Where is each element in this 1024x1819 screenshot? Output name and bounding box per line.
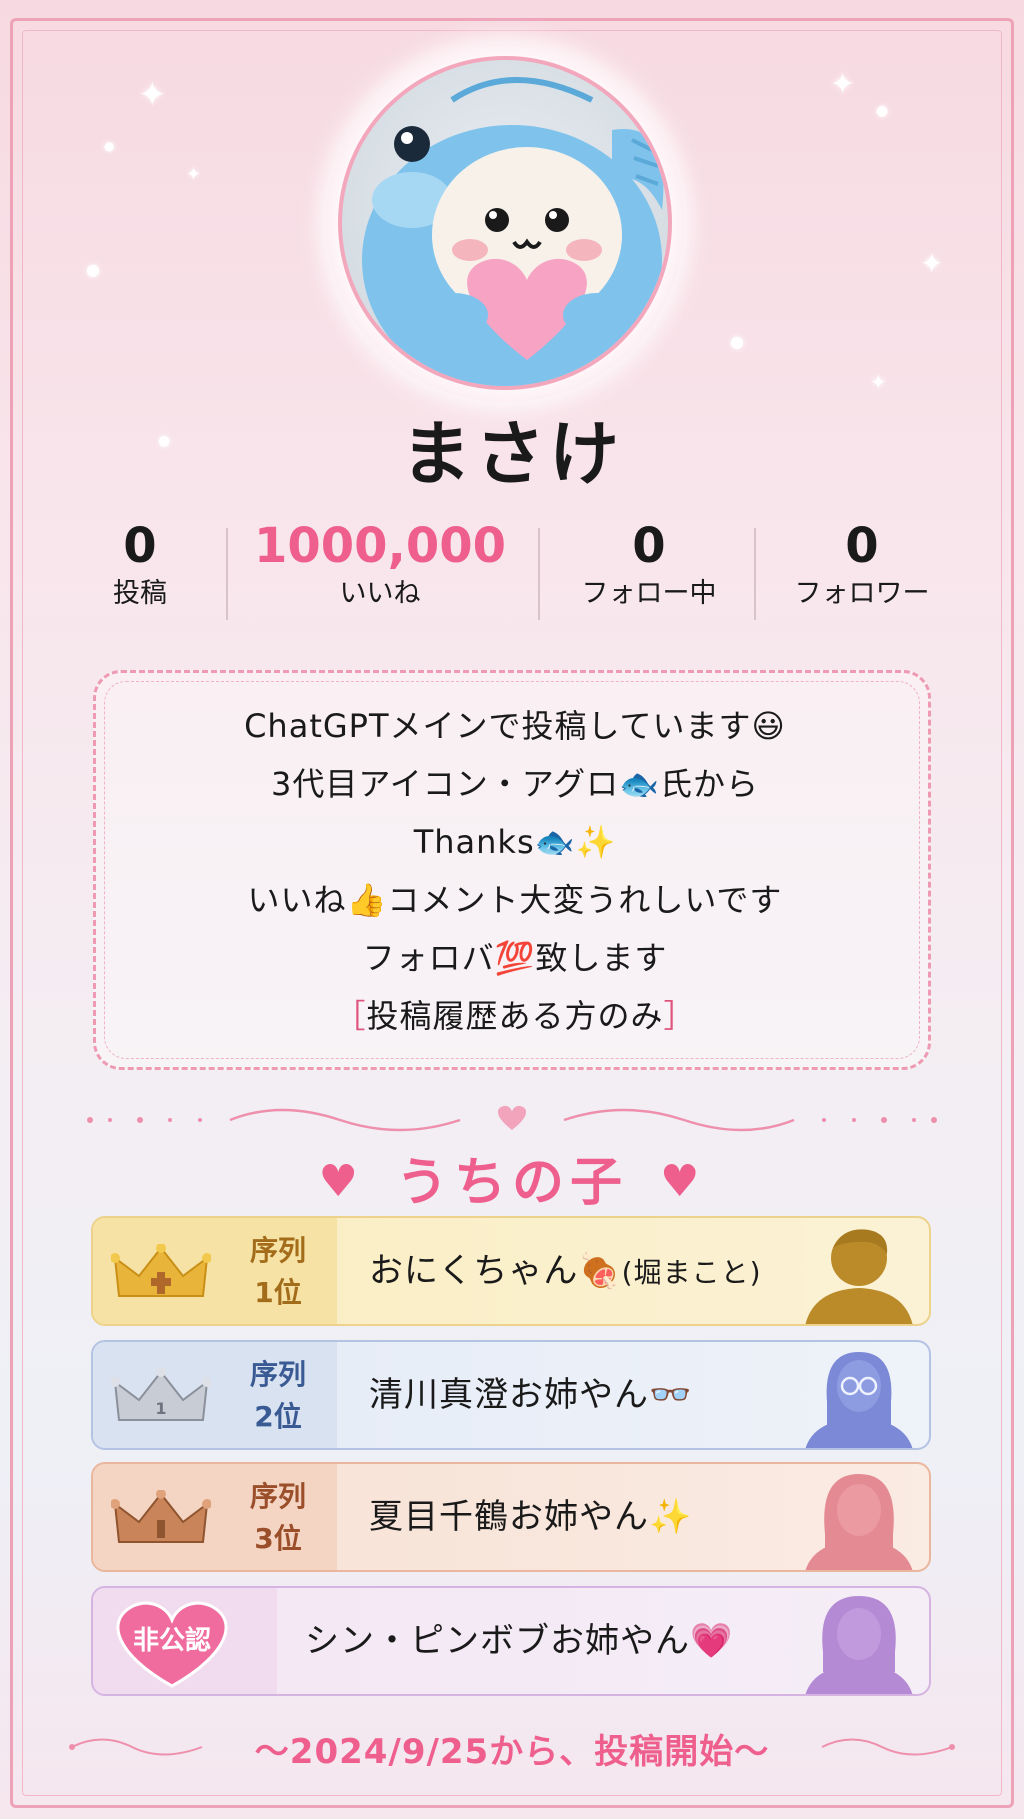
bio-line: フォロバ💯致します <box>362 939 668 977</box>
ornament-divider <box>87 1105 937 1132</box>
bio-line: ChatGPTメインで投稿しています😃 <box>244 707 786 745</box>
stat-value: 0 <box>123 518 157 574</box>
username: まさけ <box>401 413 623 495</box>
sparkle-icon: ✦ <box>870 370 887 394</box>
stat-value: 1000,000 <box>253 518 507 574</box>
section-title-text: うちの子 <box>395 1153 628 1213</box>
stat-value: 0 <box>845 518 879 574</box>
bio-text: ChatGPTメインで投稿しています😃 3代目アイコン・アグロ🐟氏から Than… <box>96 697 934 1045</box>
rank-tag-line1: 序列 <box>249 1358 306 1391</box>
bio-box: ChatGPTメインで投稿しています😃 3代目アイコン・アグロ🐟氏から Than… <box>93 670 931 1070</box>
rank-tag: 序列 1位 <box>233 1230 323 1314</box>
divider <box>538 528 540 620</box>
sparkle-icon: ● <box>104 139 115 153</box>
divider <box>754 528 756 620</box>
bob-hair-silhouette-icon <box>805 1596 913 1694</box>
bracket-close: ］ <box>663 997 697 1035</box>
sparkle-icon: ✦ <box>920 247 944 280</box>
rank-name-text: おにくちゃん🍖 <box>369 1251 622 1291</box>
bronze-crown-icon <box>111 1490 211 1543</box>
rank-name: シン・ピンボブお姉やん💗 <box>305 1621 734 1661</box>
rank-tag: 序列 2位 <box>233 1354 323 1438</box>
rank-row-1[interactable]: 序列 1位 おにくちゃん🍖(堀まこと) <box>91 1216 931 1326</box>
stat-value: 0 <box>632 518 666 574</box>
divider <box>226 528 228 620</box>
female-glasses-silhouette-icon <box>805 1352 913 1448</box>
rank-tag-line2: 3位 <box>254 1522 302 1555</box>
rank-name-note: (堀まこと) <box>621 1256 762 1289</box>
rank-tag-line2: 1位 <box>254 1276 302 1309</box>
stat-label: いいね <box>339 578 421 609</box>
stat-followers[interactable]: 0 フォロワー <box>760 518 964 614</box>
silver-crown-icon: 1 <box>111 1368 211 1421</box>
rank-tag-line1: 序列 <box>249 1480 306 1513</box>
bracket-open: ［ <box>333 997 367 1035</box>
stat-label: フォロワー <box>794 578 930 609</box>
stat-label: フォロー中 <box>581 578 717 609</box>
stat-posts[interactable]: 0 投稿 <box>60 518 220 614</box>
gold-crown-icon <box>111 1244 211 1297</box>
stats-bar: 0 投稿 1000,000 いいね 0 フォロー中 0 フォロワー <box>60 518 964 628</box>
male-silhouette-icon <box>805 1229 913 1324</box>
heart-icon: ♥ <box>660 1156 706 1207</box>
rank-row-unofficial[interactable]: 非公認 シン・ピンボブお姉やん💗 <box>91 1586 931 1696</box>
sparkle-icon: ● <box>730 332 744 351</box>
heart-icon: ♥ <box>318 1156 364 1207</box>
bio-line: 3代目アイコン・アグロ🐟氏から <box>270 765 759 803</box>
rank-name: 夏目千鶴お姉やん✨ <box>369 1497 693 1537</box>
unofficial-badge-text: 非公認 <box>132 1626 211 1656</box>
rank-tag-line2: 2位 <box>254 1400 302 1433</box>
stat-following[interactable]: 0 フォロー中 <box>544 518 754 614</box>
female-silhouette-icon <box>805 1474 913 1570</box>
bio-note: ［投稿履歴ある方のみ］ <box>96 987 934 1045</box>
rank-row-2[interactable]: 1 序列 2位 清川真澄お姉やん👓 <box>91 1340 931 1450</box>
sparkle-icon: ● <box>86 260 100 279</box>
rank-row-3[interactable]: 序列 3位 夏目千鶴お姉やん✨ <box>91 1462 931 1572</box>
bio-note-text: 投稿履歴ある方のみ <box>366 997 664 1035</box>
rank-name: おにくちゃん🍖(堀まこと) <box>369 1218 762 1324</box>
svg-text:1: 1 <box>155 1399 166 1418</box>
avatar[interactable] <box>338 56 672 390</box>
bio-line: いいね👍コメント大変うれしいです <box>247 881 783 919</box>
sparkle-icon: ✦ <box>830 67 856 102</box>
stat-label: 投稿 <box>113 578 167 609</box>
fish-mascot-icon <box>362 77 664 386</box>
sparkle-icon: ✦ <box>138 75 167 115</box>
rank-name: 清川真澄お姉やん👓 <box>369 1375 693 1415</box>
stat-likes[interactable]: 1000,000 いいね <box>232 518 528 614</box>
rank-tag: 序列 3位 <box>233 1476 323 1560</box>
bio-line: Thanks🐟✨ <box>413 823 617 861</box>
sparkle-icon: ● <box>876 103 889 119</box>
section-title: ♥ うちの子 ♥ <box>0 1140 1024 1215</box>
footer-ornament-right <box>821 1738 955 1756</box>
rank-tag-line1: 序列 <box>249 1234 306 1267</box>
sparkle-icon: ✦ <box>186 164 202 185</box>
